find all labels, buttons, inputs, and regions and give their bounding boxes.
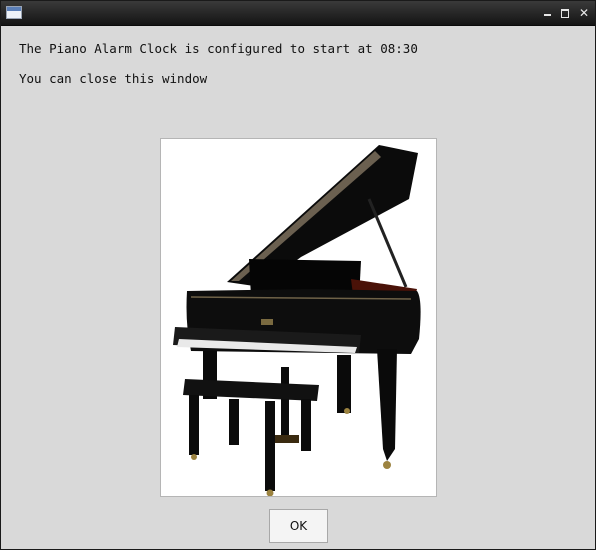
alarm-status-message: The Piano Alarm Clock is configured to s… (19, 41, 418, 56)
grand-piano-icon (173, 145, 421, 496)
maximize-icon (561, 9, 569, 18)
window-icon (6, 6, 22, 19)
close-hint-message: You can close this window (19, 71, 208, 86)
dialog-window: ✕ The Piano Alarm Clock is configured to… (0, 0, 596, 550)
minimize-button[interactable] (539, 5, 555, 21)
close-icon: ✕ (578, 6, 590, 20)
minimize-icon (543, 14, 551, 16)
ok-button[interactable]: OK (269, 509, 328, 543)
maximize-button[interactable] (557, 5, 573, 21)
close-button[interactable]: ✕ (576, 5, 592, 21)
title-bar[interactable]: ✕ (1, 1, 595, 26)
piano-image (160, 138, 437, 497)
